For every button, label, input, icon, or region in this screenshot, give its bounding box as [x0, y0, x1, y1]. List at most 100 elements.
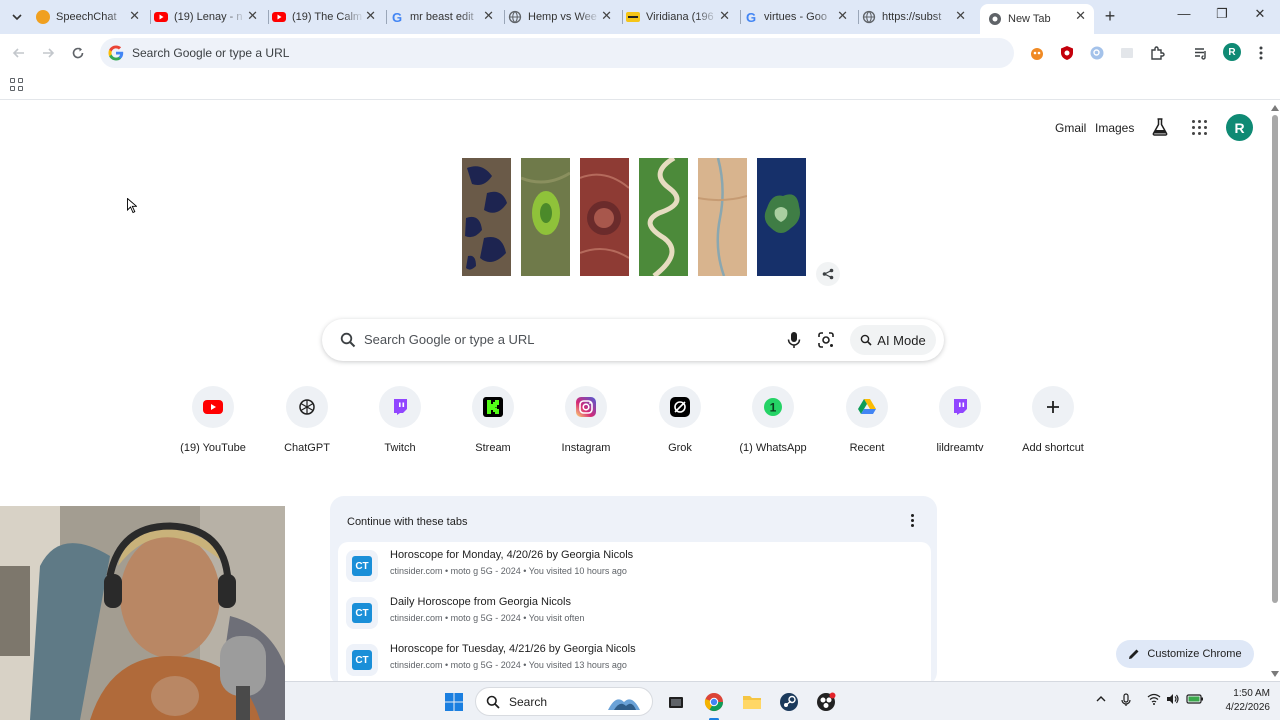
restore-icon[interactable]: ❐ [1208, 6, 1236, 22]
address-bar[interactable]: Search Google or type a URL [100, 38, 1014, 68]
minimize-icon[interactable]: — [1170, 6, 1198, 21]
ai-mode-button[interactable]: AI Mode [850, 325, 936, 355]
tab-title: mr beast edit [410, 11, 474, 23]
list-item[interactable]: CT Daily Horoscope from Georgia Nicols c… [338, 589, 931, 635]
chrome-taskbar-icon[interactable] [702, 690, 726, 714]
list-item[interactable]: CT Horoscope for Tuesday, 4/21/26 by Geo… [338, 636, 931, 682]
show-hidden-icons-icon[interactable] [1095, 693, 1107, 707]
search-extension-icon[interactable] [1088, 44, 1106, 62]
taskbar-search[interactable]: Search [475, 687, 653, 716]
wifi-icon[interactable] [1147, 693, 1161, 708]
pencil-icon [1129, 649, 1139, 659]
tab-virtues[interactable]: G virtues - Goo ✕ [744, 4, 856, 30]
tab-hemp[interactable]: Hemp vs Wee ✕ [508, 4, 620, 30]
add-shortcut-button[interactable]: Add shortcut [1007, 386, 1099, 454]
scroll-down-arrow[interactable] [1271, 671, 1279, 677]
steam-icon[interactable] [777, 690, 801, 714]
extension-placeholder-icon[interactable] [1118, 44, 1136, 62]
labs-flask-icon[interactable] [1152, 118, 1168, 136]
chevron-down-icon [12, 14, 22, 21]
shortcut-instagram[interactable]: Instagram [540, 386, 632, 454]
mouse-cursor [127, 198, 137, 214]
google-search-box[interactable]: Search Google or type a URL AI Mode [322, 319, 944, 361]
tab-speechchat[interactable]: SpeechChat ✕ [36, 4, 148, 30]
tab-divider [386, 10, 387, 24]
close-icon[interactable]: ✕ [955, 9, 966, 23]
close-icon[interactable]: ✕ [601, 9, 612, 23]
search-icon [340, 332, 356, 348]
shortcut-whatsapp[interactable]: 1 (1) WhatsApp [727, 386, 819, 454]
tab-viridiana[interactable]: Viridiana (196 ✕ [626, 4, 738, 30]
obs-icon[interactable] [814, 690, 838, 714]
volume-icon[interactable] [1166, 693, 1180, 708]
scrollbar[interactable] [1269, 101, 1280, 681]
windows-start-icon[interactable] [442, 690, 466, 714]
list-item[interactable]: CT Horoscope for Monday, 4/20/26 by Geor… [338, 542, 931, 588]
microphone-icon[interactable] [784, 330, 804, 350]
forward-button[interactable] [37, 42, 59, 64]
shortcut-recent[interactable]: Recent [821, 386, 913, 454]
ublock-icon[interactable] [1058, 44, 1076, 62]
scroll-up-arrow[interactable] [1271, 105, 1279, 111]
extensions-puzzle-icon[interactable] [1148, 44, 1166, 62]
apps-icon[interactable] [10, 78, 23, 91]
new-tab-button[interactable]: + [1100, 7, 1120, 25]
google-lens-icon[interactable] [816, 330, 836, 350]
close-icon[interactable]: ✕ [1075, 9, 1086, 23]
tab-youtube-lenay[interactable]: (19) Lenay - n ✕ [154, 4, 266, 30]
shortcut-chatgpt[interactable]: ChatGPT [261, 386, 353, 454]
customize-chrome-button[interactable]: Customize Chrome [1116, 640, 1254, 668]
tab-mrbeast[interactable]: G mr beast edit ✕ [390, 4, 502, 30]
google-apps-icon[interactable] [1192, 120, 1207, 135]
images-link[interactable]: Images [1095, 121, 1134, 135]
close-icon[interactable]: ✕ [719, 9, 730, 23]
svg-text:1: 1 [770, 401, 777, 415]
extension-icon[interactable] [1028, 44, 1046, 62]
shortcut-lildreamtv[interactable]: lildreamtv [914, 386, 1006, 454]
battery-icon[interactable] [1186, 693, 1204, 708]
file-explorer-icon[interactable] [740, 690, 764, 714]
tab-title: Hemp vs Wee [528, 11, 597, 23]
shortcut-twitch[interactable]: Twitch [354, 386, 446, 454]
ctinsider-icon: CT [346, 550, 378, 582]
webcam-overlay [0, 506, 285, 720]
more-options-icon[interactable] [911, 514, 915, 527]
browser-toolbar: Search Google or type a URL R [0, 34, 1280, 72]
reload-button[interactable] [67, 42, 89, 64]
close-icon[interactable]: ✕ [837, 9, 848, 23]
profile-avatar[interactable]: R [1223, 43, 1241, 61]
microphone-tray-icon[interactable] [1121, 693, 1131, 710]
account-avatar[interactable]: R [1226, 114, 1253, 141]
tab-substack[interactable]: https://subst ✕ [862, 4, 974, 30]
task-view-icon[interactable] [664, 690, 688, 714]
list-item-title: Daily Horoscope from Georgia Nicols [390, 596, 571, 608]
system-clock[interactable]: 1:50 AM 4/22/2026 [1218, 687, 1271, 715]
back-button[interactable] [8, 42, 30, 64]
youtube-icon [203, 400, 223, 414]
doodle-panel [698, 158, 747, 276]
tab-youtube-calm[interactable]: (19) The Calm ✕ [272, 4, 384, 30]
close-icon[interactable]: ✕ [483, 9, 494, 23]
shortcut-stream[interactable]: Stream [447, 386, 539, 454]
close-window-icon[interactable]: ✕ [1246, 6, 1274, 22]
share-button[interactable] [816, 262, 840, 286]
google-doodle[interactable] [462, 158, 806, 276]
scrollbar-thumb[interactable] [1272, 115, 1278, 603]
tab-divider [268, 10, 269, 24]
chrome-icon [988, 12, 1002, 26]
close-icon[interactable]: ✕ [247, 9, 258, 23]
gmail-link[interactable]: Gmail [1055, 121, 1086, 135]
shortcut-label: Grok [668, 442, 692, 454]
tab-search-button[interactable] [6, 6, 28, 28]
tab-new-tab[interactable]: New Tab ✕ [980, 4, 1094, 34]
share-icon [822, 268, 834, 280]
close-icon[interactable]: ✕ [365, 9, 376, 23]
close-icon[interactable]: ✕ [129, 9, 140, 23]
shortcut-youtube[interactable]: (19) YouTube [167, 386, 259, 454]
search-highlight-icon [608, 699, 640, 710]
shortcut-grok[interactable]: Grok [634, 386, 726, 454]
media-control-icon[interactable] [1192, 44, 1210, 62]
more-menu-icon[interactable] [1252, 44, 1270, 62]
shortcut-label: Stream [475, 442, 511, 454]
shortcut-label: Add shortcut [1022, 442, 1084, 454]
